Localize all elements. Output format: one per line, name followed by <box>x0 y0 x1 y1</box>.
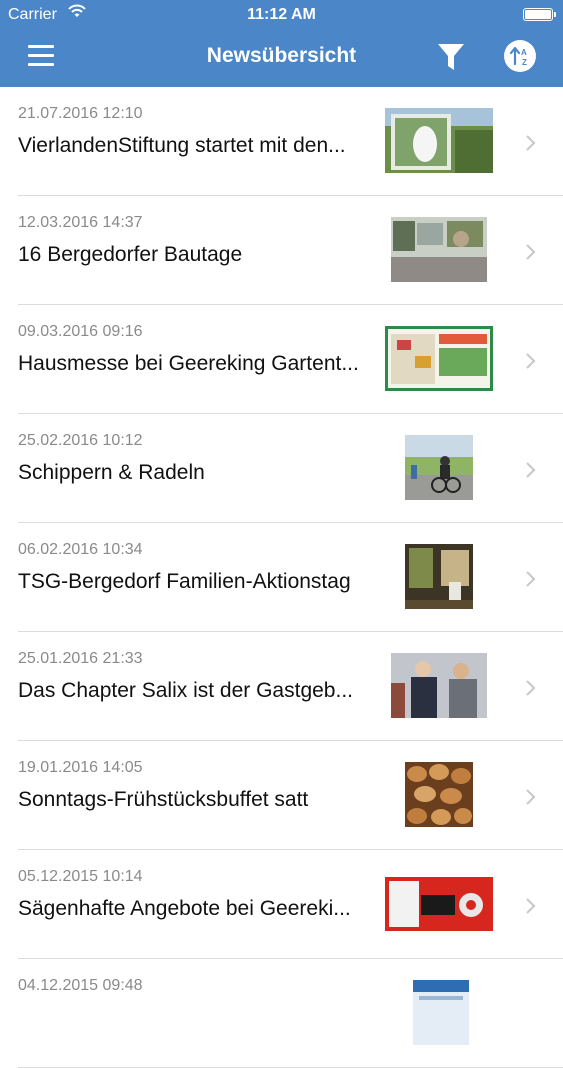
news-title: 16 Bergedorfer Bautage <box>18 243 243 266</box>
chevron-right-icon <box>526 353 536 369</box>
news-title: Sonntags-Frühstücksbuffet satt <box>18 788 309 811</box>
news-thumbnail <box>385 326 493 391</box>
news-thumbnail <box>385 108 493 173</box>
chevron-right-icon <box>526 571 536 587</box>
svg-text:Z: Z <box>522 58 527 67</box>
news-title: Schippern & Radeln <box>18 461 205 484</box>
header-bar: Carrier 11:12 AM Newsübersicht A Z <box>0 0 563 87</box>
news-thumbnail <box>391 217 487 282</box>
news-thumbnail <box>385 877 493 931</box>
news-row[interactable]: 04.12.2015 09:48 <box>0 959 563 1068</box>
nav-bar: Newsübersicht A Z <box>0 30 563 87</box>
news-row[interactable]: 12.03.2016 14:37 16 Bergedorfer Bautage <box>0 196 563 305</box>
news-title: VierlandenStiftung startet mit den... <box>18 134 346 157</box>
news-thumbnail <box>391 653 487 718</box>
news-thumbnail <box>405 762 473 827</box>
news-row[interactable]: 25.01.2016 21:33 Das Chapter Salix ist d… <box>0 632 563 741</box>
news-list: 21.07.2016 12:10 VierlandenStiftung star… <box>0 87 563 1068</box>
news-date: 04.12.2015 09:48 <box>18 977 143 994</box>
news-date: 25.02.2016 10:12 <box>18 432 143 449</box>
news-date: 21.07.2016 12:10 <box>18 105 143 122</box>
news-row[interactable]: 05.12.2015 10:14 Sägenhafte Angebote bei… <box>0 850 563 959</box>
chevron-right-icon <box>526 680 536 696</box>
news-thumbnail <box>413 980 469 1045</box>
news-row[interactable]: 21.07.2016 12:10 VierlandenStiftung star… <box>0 87 563 196</box>
news-title: Hausmesse bei Geereking Gartent... <box>18 352 359 375</box>
news-title: Sägenhafte Angebote bei Geereki... <box>18 897 351 920</box>
chevron-right-icon <box>526 244 536 260</box>
news-date: 12.03.2016 14:37 <box>18 214 143 231</box>
news-date: 25.01.2016 21:33 <box>18 650 143 667</box>
news-date: 09.03.2016 09:16 <box>18 323 143 340</box>
news-date: 06.02.2016 10:34 <box>18 541 143 558</box>
chevron-right-icon <box>526 462 536 478</box>
chevron-right-icon <box>526 898 536 914</box>
svg-text:A: A <box>521 48 527 57</box>
news-title: TSG-Bergedorf Familien-Aktionstag <box>18 570 351 593</box>
filter-icon[interactable] <box>434 40 468 74</box>
page-title: Newsübersicht <box>206 44 357 67</box>
status-bar: Carrier 11:12 AM <box>0 0 563 30</box>
news-row[interactable]: 19.01.2016 14:05 Sonntags-Frühstücksbuff… <box>0 741 563 850</box>
battery-icon <box>523 8 556 21</box>
news-thumbnail <box>405 544 473 609</box>
news-date: 05.12.2015 10:14 <box>18 868 143 885</box>
news-thumbnail <box>405 435 473 500</box>
sort-az-icon[interactable]: A Z <box>504 40 536 72</box>
news-row[interactable]: 06.02.2016 10:34 TSG-Bergedorf Familien-… <box>0 523 563 632</box>
status-time: 11:12 AM <box>247 6 316 23</box>
news-row[interactable]: 09.03.2016 09:16 Hausmesse bei Geereking… <box>0 305 563 414</box>
news-row[interactable]: 25.02.2016 10:12 Schippern & Radeln <box>0 414 563 523</box>
chevron-right-icon <box>526 789 536 805</box>
news-date: 19.01.2016 14:05 <box>18 759 143 776</box>
chevron-right-icon <box>526 135 536 151</box>
news-title: Das Chapter Salix ist der Gastgeb... <box>18 679 353 702</box>
